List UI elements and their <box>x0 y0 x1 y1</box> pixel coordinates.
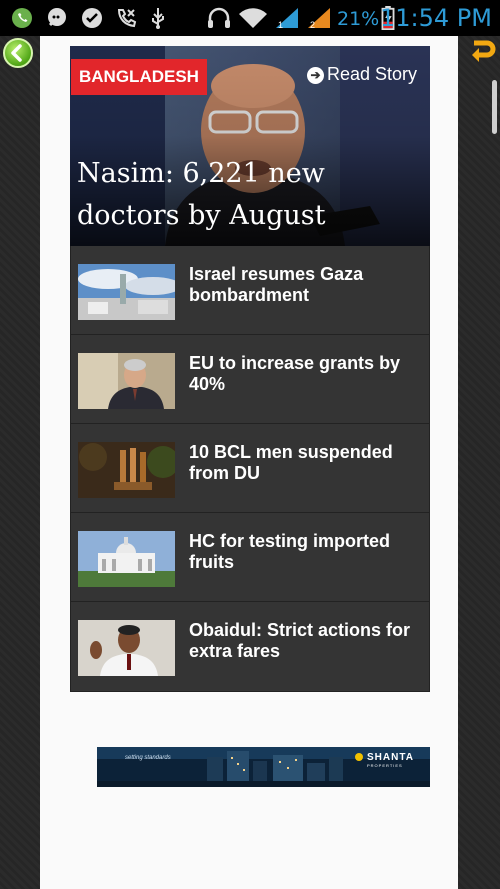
ad-banner[interactable]: setting standards SHANTA PROPERTIES <box>97 747 430 787</box>
reload-icon[interactable] <box>467 37 497 67</box>
read-story-link[interactable]: ➔ Read Story <box>307 64 417 85</box>
category-tag[interactable]: BANGLADESH <box>71 59 207 95</box>
check-icon <box>82 8 102 28</box>
read-story-label: Read Story <box>327 64 418 84</box>
news-item[interactable]: Israel resumes Gaza bombardment <box>71 246 429 335</box>
news-list: Israel resumes Gaza bombardment EU to in… <box>70 246 430 692</box>
news-item[interactable]: 10 BCL men suspended from DU <box>71 424 429 513</box>
arrow-right-circle-icon: ➔ <box>307 67 324 84</box>
featured-story-title[interactable]: Nasim: 6,221 new doctors by August <box>77 153 417 237</box>
news-thumbnail <box>78 620 175 676</box>
back-arrow-icon[interactable] <box>3 38 33 68</box>
scrollbar[interactable] <box>492 80 497 134</box>
news-thumbnail <box>78 442 175 498</box>
news-title[interactable]: Israel resumes Gaza bombardment <box>189 264 429 306</box>
news-item[interactable]: EU to increase grants by 40% <box>71 335 429 424</box>
ad-brand: SHANTA <box>367 752 414 763</box>
content-page: Nasim: 6,221 new doctors by August BANGL… <box>40 36 458 889</box>
svg-text:2: 2 <box>310 20 315 30</box>
news-thumbnail <box>78 531 175 587</box>
signal-2-icon: 2 <box>308 8 330 30</box>
battery-percent: 21% <box>337 8 380 30</box>
news-title[interactable]: 10 BCL men suspended from DU <box>189 442 429 484</box>
status-bar: 1 2 21% 11:54 PM <box>0 0 500 36</box>
clock: 11:54 PM <box>380 4 492 32</box>
right-rail <box>458 36 500 889</box>
chat-icon <box>48 8 66 27</box>
news-title[interactable]: HC for testing imported fruits <box>189 531 429 573</box>
ad-slogan: setting standards <box>125 755 171 761</box>
signal-1-icon: 1 <box>276 8 298 30</box>
news-item[interactable]: Obaidul: Strict actions for extra fares <box>71 602 429 691</box>
wifi-icon <box>239 8 267 28</box>
news-title[interactable]: EU to increase grants by 40% <box>189 353 429 395</box>
headset-icon <box>208 7 230 28</box>
call-icon <box>117 9 137 28</box>
usb-icon <box>152 8 164 29</box>
left-rail <box>0 36 40 889</box>
svg-text:1: 1 <box>278 20 283 30</box>
whatsapp-icon <box>12 8 32 28</box>
news-thumbnail <box>78 264 175 320</box>
news-title[interactable]: Obaidul: Strict actions for extra fares <box>189 620 429 662</box>
featured-story[interactable]: Nasim: 6,221 new doctors by August BANGL… <box>70 46 430 246</box>
news-thumbnail <box>78 353 175 409</box>
ad-brand-sub: PROPERTIES <box>367 763 403 768</box>
news-item[interactable]: HC for testing imported fruits <box>71 513 429 602</box>
